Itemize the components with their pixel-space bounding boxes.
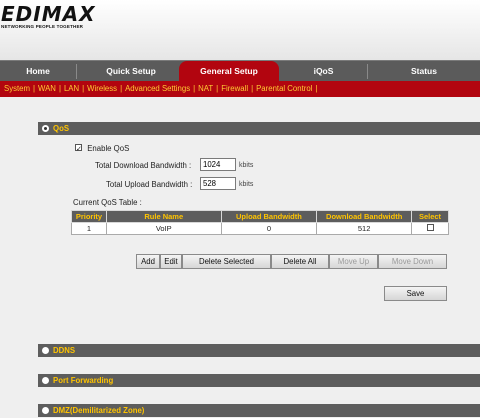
add-button[interactable]: Add — [136, 254, 160, 269]
col-upload-bandwidth: Upload Bandwidth — [221, 211, 317, 223]
enable-qos-row: Enable QoS — [75, 143, 129, 153]
logo-text: EDIMAX — [1, 4, 96, 24]
subnav-separator: | — [213, 84, 221, 93]
upload-bandwidth-label: Total Upload Bandwidth : — [106, 180, 192, 189]
subnav-wireless[interactable]: Wireless — [87, 84, 117, 93]
subnav-separator: | — [30, 84, 38, 93]
section-port-forwarding-title: Port Forwarding — [53, 376, 113, 385]
row-select-checkbox[interactable] — [427, 224, 434, 231]
move-down-button[interactable]: Move Down — [378, 254, 447, 269]
move-up-button[interactable]: Move Up — [329, 254, 378, 269]
section-dmz-title: DMZ(Demilitarized Zone) — [53, 406, 144, 415]
qos-table-title: Current QoS Table : — [73, 198, 142, 207]
col-select: Select — [412, 211, 449, 223]
edimax-logo: EDIMAX NETWORKING PEOPLE TOGETHER — [1, 4, 96, 29]
subnav-separator: | — [312, 84, 320, 93]
upload-bandwidth-input[interactable] — [200, 177, 236, 190]
download-bandwidth-label: Total Download Bandwidth : — [95, 161, 191, 170]
tab-quick-setup[interactable]: Quick Setup — [77, 61, 185, 82]
expanded-bullet-icon — [42, 125, 49, 132]
cell-priority: 1 — [72, 223, 107, 235]
collapsed-bullet-icon — [42, 347, 49, 354]
tab-general-setup[interactable]: General Setup — [179, 61, 279, 82]
collapsed-bullet-icon — [42, 407, 49, 414]
delete-all-button[interactable]: Delete All — [271, 254, 329, 269]
qos-table-header: Priority Rule Name Upload Bandwidth Down… — [72, 211, 449, 223]
tab-home[interactable]: Home — [0, 61, 76, 82]
section-port-forwarding[interactable]: Port Forwarding — [38, 374, 480, 387]
cell-select — [412, 223, 449, 235]
logo-tagline: NETWORKING PEOPLE TOGETHER — [1, 24, 96, 29]
subnav-advanced-settings[interactable]: Advanced Settings — [125, 84, 190, 93]
enable-qos-label: Enable QoS — [87, 144, 129, 153]
cell-download: 512 — [317, 223, 412, 235]
subnav-nat[interactable]: NAT — [198, 84, 213, 93]
tab-iqos[interactable]: iQoS — [280, 61, 367, 82]
subnav-separator: | — [190, 84, 198, 93]
subnav-parental-control[interactable]: Parental Control — [256, 84, 312, 93]
subnav-wan[interactable]: WAN — [38, 84, 56, 93]
enable-qos-checkbox[interactable] — [75, 144, 82, 151]
subnav-lan[interactable]: LAN — [64, 84, 79, 93]
subnav-separator: | — [79, 84, 87, 93]
delete-selected-button[interactable]: Delete Selected — [182, 254, 271, 269]
section-ddns[interactable]: DDNS — [38, 344, 480, 357]
cell-rule-name: VoIP — [106, 223, 221, 235]
section-ddns-title: DDNS — [53, 346, 75, 355]
table-row: 1 VoIP 0 512 — [72, 223, 449, 235]
cell-upload: 0 — [221, 223, 317, 235]
save-button[interactable]: Save — [384, 286, 447, 301]
subnav-separator: | — [56, 84, 64, 93]
subnav-system[interactable]: System — [4, 84, 30, 93]
col-download-bandwidth: Download Bandwidth — [317, 211, 412, 223]
tab-status[interactable]: Status — [368, 61, 480, 82]
section-qos[interactable]: QoS — [38, 122, 480, 135]
sub-navigation: System|WAN|LAN|Wireless|Advanced Setting… — [0, 81, 480, 97]
section-qos-title: QoS — [53, 124, 69, 133]
edit-button[interactable]: Edit — [160, 254, 182, 269]
section-dmz[interactable]: DMZ(Demilitarized Zone) — [38, 404, 480, 417]
content-area: QoS Enable QoS Total Download Bandwidth … — [0, 97, 480, 418]
col-rule-name: Rule Name — [106, 211, 221, 223]
download-unit: kbits — [239, 162, 253, 169]
subnav-firewall[interactable]: Firewall — [221, 84, 248, 93]
subnav-separator: | — [117, 84, 125, 93]
qos-table: Priority Rule Name Upload Bandwidth Down… — [71, 210, 449, 235]
col-priority: Priority — [72, 211, 107, 223]
download-bandwidth-input[interactable] — [200, 158, 236, 171]
header: EDIMAX NETWORKING PEOPLE TOGETHER — [0, 0, 480, 60]
main-tab-bar: Home Quick Setup General Setup iQoS Stat… — [0, 60, 480, 81]
collapsed-bullet-icon — [42, 377, 49, 384]
subnav-separator: | — [248, 84, 256, 93]
upload-unit: kbits — [239, 181, 253, 188]
